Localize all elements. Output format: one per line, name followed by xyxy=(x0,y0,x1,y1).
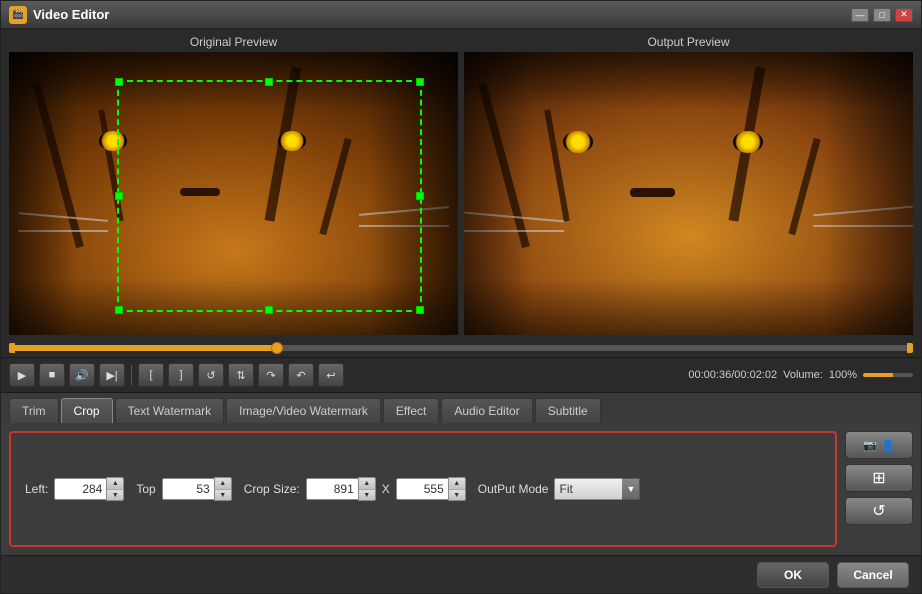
top-decrement-button[interactable]: ▼ xyxy=(215,489,231,500)
output-preview-label: Output Preview xyxy=(464,33,913,52)
content-area: Left: ▲ ▼ Top ▲ ▼ xyxy=(1,423,921,555)
rotate-left-button[interactable]: ↷ xyxy=(258,363,284,387)
mark-out-button[interactable]: ] xyxy=(168,363,194,387)
window-controls: — □ ✕ xyxy=(851,8,913,22)
original-preview-video xyxy=(9,52,458,335)
minimize-button[interactable]: — xyxy=(851,8,869,22)
separator-1 xyxy=(131,365,132,385)
width-value-input[interactable] xyxy=(306,478,358,500)
split-button[interactable]: ⇅ xyxy=(228,363,254,387)
height-decrement-button[interactable]: ▼ xyxy=(449,489,465,500)
volume-button[interactable]: 🔊 xyxy=(69,363,95,387)
tab-image-video-watermark[interactable]: Image/Video Watermark xyxy=(226,398,381,423)
original-preview-panel: Original Preview xyxy=(9,33,458,335)
output-mode-field: OutPut Mode Fit Stretch Crop ▼ xyxy=(478,478,641,500)
left-input[interactable]: ▲ ▼ xyxy=(54,477,124,501)
output-video-content xyxy=(464,52,913,335)
tab-subtitle[interactable]: Subtitle xyxy=(535,398,601,423)
window-title: Video Editor xyxy=(33,7,851,22)
forward-frame-button[interactable]: ▶| xyxy=(99,363,125,387)
left-decrement-button[interactable]: ▼ xyxy=(107,489,123,500)
width-decrement-button[interactable]: ▼ xyxy=(359,489,375,500)
controls-bar: ▶ ■ 🔊 ▶| [ ] ↺ ⇅ ↷ ↶ ↩ 00:00:36/00:02:02… xyxy=(1,357,921,393)
tab-audio-editor[interactable]: Audio Editor xyxy=(441,398,532,423)
output-mode-label: OutPut Mode xyxy=(478,482,549,496)
height-value-input[interactable] xyxy=(396,478,448,500)
undo-button[interactable]: ↩ xyxy=(318,363,344,387)
top-input[interactable]: ▲ ▼ xyxy=(162,477,232,501)
bottom-bar: OK Cancel xyxy=(1,555,921,593)
reset-icon: ↺ xyxy=(872,501,885,521)
mark-in-button[interactable]: [ xyxy=(138,363,164,387)
width-spin-buttons: ▲ ▼ xyxy=(358,477,376,501)
time-display: 00:00:36/00:02:02 Volume: 100% xyxy=(688,369,913,381)
timeline-end-marker xyxy=(907,343,913,353)
top-label: Top xyxy=(136,482,155,496)
reset-button[interactable]: ↺ xyxy=(845,497,913,525)
snapshot-icon: 📷 xyxy=(863,439,877,452)
left-spin-buttons: ▲ ▼ xyxy=(106,477,124,501)
timeline-thumb[interactable] xyxy=(271,342,283,354)
left-label: Left: xyxy=(25,482,48,496)
tab-effect[interactable]: Effect xyxy=(383,398,439,423)
grid-button[interactable]: ⊞ xyxy=(845,464,913,492)
right-action-buttons: 📷 👤 ⊞ ↺ xyxy=(845,431,913,525)
volume-slider[interactable] xyxy=(863,373,913,377)
crop-size-label: Crop Size: xyxy=(244,482,300,496)
timeline-start-marker xyxy=(9,343,15,353)
height-input[interactable]: ▲ ▼ xyxy=(396,477,466,501)
select-arrow-icon: ▼ xyxy=(622,478,640,500)
loop-button[interactable]: ↺ xyxy=(198,363,224,387)
rotate-right-button[interactable]: ↶ xyxy=(288,363,314,387)
profile-icon: 👤 xyxy=(881,439,895,452)
x-separator: X xyxy=(382,482,390,496)
preview-area: Original Preview xyxy=(1,29,921,339)
stop-button[interactable]: ■ xyxy=(39,363,65,387)
top-spin-buttons: ▲ ▼ xyxy=(214,477,232,501)
timeline-area[interactable] xyxy=(1,339,921,357)
volume-value: 100% xyxy=(829,369,857,381)
output-mode-select-wrapper[interactable]: Fit Stretch Crop ▼ xyxy=(554,478,640,500)
cancel-button[interactable]: Cancel xyxy=(837,562,909,588)
left-value-input[interactable] xyxy=(54,478,106,500)
tab-trim[interactable]: Trim xyxy=(9,398,59,423)
tab-crop[interactable]: Crop xyxy=(61,398,113,423)
original-video-content xyxy=(9,52,458,335)
top-field: Top ▲ ▼ xyxy=(136,477,231,501)
grid-icon: ⊞ xyxy=(872,468,885,488)
output-preview-panel: Output Preview xyxy=(464,33,913,335)
title-bar: 🎬 Video Editor — □ ✕ xyxy=(1,1,921,29)
current-time: 00:00:36/00:02:02 xyxy=(688,369,777,381)
output-mode-select[interactable]: Fit Stretch Crop xyxy=(554,478,624,500)
timeline-bar[interactable] xyxy=(9,345,913,351)
height-spin-buttons: ▲ ▼ xyxy=(448,477,466,501)
maximize-button[interactable]: □ xyxy=(873,8,891,22)
top-increment-button[interactable]: ▲ xyxy=(215,478,231,489)
video-editor-window: 🎬 Video Editor — □ ✕ Original Preview xyxy=(0,0,922,594)
height-increment-button[interactable]: ▲ xyxy=(449,478,465,489)
width-input[interactable]: ▲ ▼ xyxy=(306,477,376,501)
left-field: Left: ▲ ▼ xyxy=(25,477,124,501)
app-icon: 🎬 xyxy=(9,6,27,24)
play-button[interactable]: ▶ xyxy=(9,363,35,387)
width-increment-button[interactable]: ▲ xyxy=(359,478,375,489)
left-increment-button[interactable]: ▲ xyxy=(107,478,123,489)
tabs-area: Trim Crop Text Watermark Image/Video Wat… xyxy=(1,393,921,423)
volume-label: Volume: xyxy=(783,369,823,381)
crop-size-field: Crop Size: ▲ ▼ X ▲ ▼ xyxy=(244,477,466,501)
original-preview-label: Original Preview xyxy=(9,33,458,52)
top-value-input[interactable] xyxy=(162,478,214,500)
tab-text-watermark[interactable]: Text Watermark xyxy=(115,398,225,423)
crop-controls-panel: Left: ▲ ▼ Top ▲ ▼ xyxy=(9,431,837,547)
snapshot-profile-button[interactable]: 📷 👤 xyxy=(845,431,913,459)
close-button[interactable]: ✕ xyxy=(895,8,913,22)
ok-button[interactable]: OK xyxy=(757,562,829,588)
output-preview-video xyxy=(464,52,913,335)
